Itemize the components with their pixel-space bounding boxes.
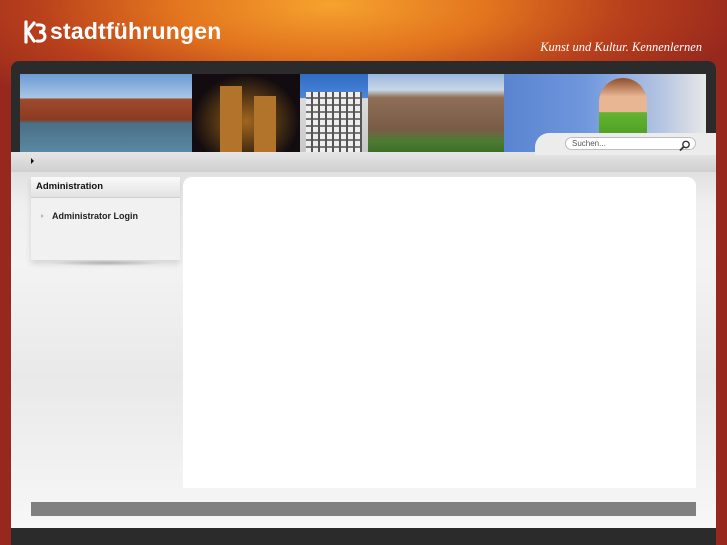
sidebar-title: Administration <box>31 177 180 198</box>
banner-photo-castle <box>368 74 504 153</box>
bullet-icon <box>41 214 44 218</box>
search-icon[interactable] <box>679 138 691 151</box>
sidebar-shadow <box>50 260 162 266</box>
footer-bar <box>31 502 696 516</box>
navigation-bar <box>11 152 716 172</box>
search-box <box>565 137 696 151</box>
banner-photo-building <box>300 74 368 153</box>
banner-photo-harbor <box>20 74 192 153</box>
logo-text: stadtführungen <box>50 18 222 44</box>
triangle-right-icon[interactable] <box>31 158 34 164</box>
logo-mark-icon <box>23 19 49 45</box>
sidebar-item-administrator-login[interactable]: Administrator Login <box>31 210 180 222</box>
main-content-panel <box>183 177 696 488</box>
banner-photo-church <box>192 74 300 153</box>
search-input[interactable] <box>572 138 672 149</box>
site-tagline: Kunst und Kultur. Kennenlernen <box>540 40 702 54</box>
site-logo[interactable]: stadtführungen <box>23 18 221 45</box>
admin-sidebar: Administration Administrator Login <box>31 177 180 260</box>
site-header: stadtführungen Kunst und Kultur. Kennenl… <box>0 0 727 62</box>
sidebar-item-label: Administrator Login <box>52 211 138 221</box>
